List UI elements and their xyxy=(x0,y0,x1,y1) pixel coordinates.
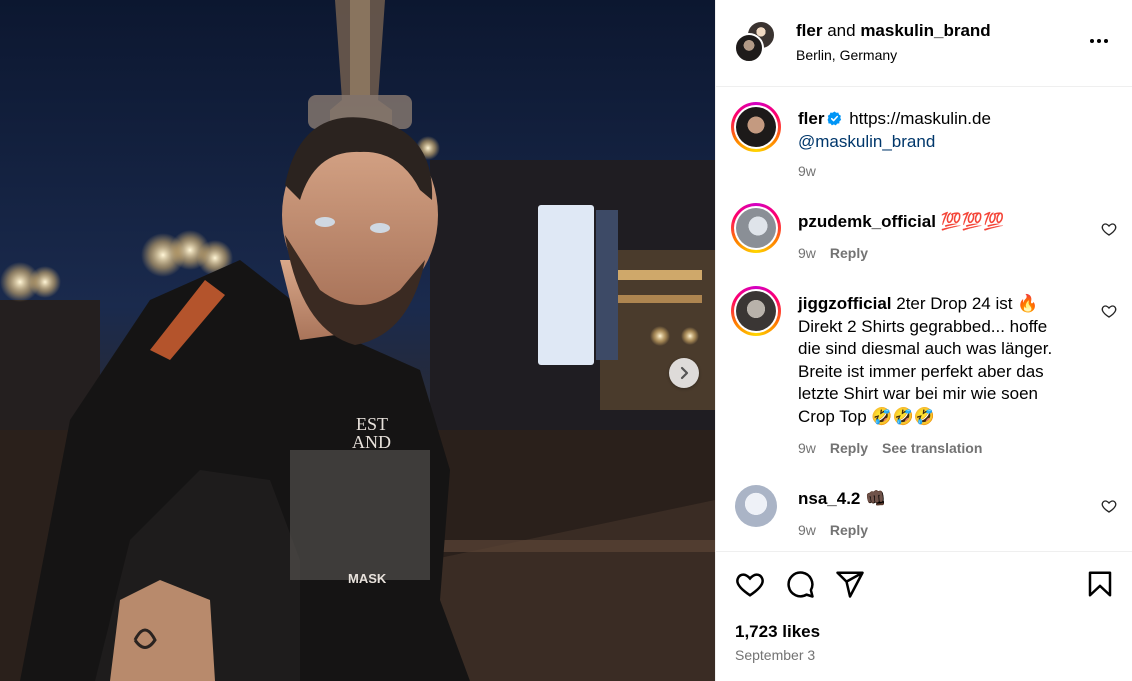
caption: fler https://maskulin.de @maskulin_brand xyxy=(798,108,1088,153)
caption-link[interactable]: https://maskulin.de xyxy=(849,109,991,128)
avatar-ring-inner xyxy=(734,289,778,333)
comment-meta: 9w Reply xyxy=(798,245,868,261)
share-icon[interactable] xyxy=(835,569,865,599)
caption-meta: 9w xyxy=(798,163,816,179)
header-username-maskulin[interactable]: maskulin_brand xyxy=(860,21,990,40)
see-translation-button[interactable]: See translation xyxy=(882,440,982,456)
svg-text:EST: EST xyxy=(356,414,388,434)
comment-1: pzudemk_official 💯💯💯 xyxy=(798,211,1088,234)
carousel-next-button[interactable] xyxy=(669,358,699,388)
reply-button[interactable]: Reply xyxy=(830,440,868,456)
comment-time[interactable]: 9w xyxy=(798,245,816,261)
comment-body-line-1: 2ter Drop 24 ist 🔥 xyxy=(896,294,1039,313)
verified-icon xyxy=(828,111,842,126)
comment-avatar[interactable] xyxy=(731,203,781,253)
comment-body-line-2: Direkt 2 Shirts gegrabbed... hoffe xyxy=(798,316,1048,336)
comment-like-icon[interactable] xyxy=(1101,498,1117,514)
post-sidebar: fler and maskulin_brand Berlin, Germany … xyxy=(715,0,1132,681)
more-icon-dot xyxy=(1097,39,1101,43)
comment-like-icon[interactable] xyxy=(1101,221,1117,237)
more-options-button[interactable] xyxy=(1086,31,1112,51)
post-date[interactable]: September 3 xyxy=(735,647,815,663)
comment-body-line-4: Breite ist immer perfekt aber das xyxy=(798,361,1044,381)
post-media[interactable]: MASK EST AND xyxy=(0,0,715,681)
more-icon xyxy=(1090,39,1094,43)
avatar xyxy=(736,291,776,331)
comment-body-line-6: Crop Top 🤣🤣🤣 xyxy=(798,406,935,426)
comment-body-line-3: die sind diesmal auch was länger. xyxy=(798,339,1053,358)
comment-like-icon[interactable] xyxy=(1101,303,1117,319)
header-and-text: and xyxy=(827,21,856,40)
like-icon[interactable] xyxy=(735,569,765,599)
comment-body: 👊🏿 xyxy=(865,489,887,508)
comment-username[interactable]: nsa_4.2 xyxy=(798,489,860,508)
comment-username[interactable]: jiggzofficial xyxy=(798,294,892,313)
comment-body-line-5: letzte Shirt war bei mir wie soen xyxy=(798,384,1038,403)
comments-list[interactable]: fler https://maskulin.de @maskulin_brand… xyxy=(716,88,1132,551)
comment-icon[interactable] xyxy=(785,569,815,599)
comment-time[interactable]: 9w xyxy=(798,440,816,456)
post-location[interactable]: Berlin, Germany xyxy=(796,47,897,63)
reply-button[interactable]: Reply xyxy=(830,522,868,538)
avatar xyxy=(736,107,776,147)
comment-body: 💯💯💯 xyxy=(940,212,1005,231)
caption-time[interactable]: 9w xyxy=(798,163,816,179)
comment-2: jiggzofficial 2ter Drop 24 ist 🔥 Direkt … xyxy=(798,293,1088,428)
post-actions: 1,723 likes September 3 xyxy=(716,551,1132,681)
comment-3: nsa_4.2 👊🏿 xyxy=(798,488,1088,511)
header-username-fler[interactable]: fler xyxy=(796,21,822,40)
likes-count[interactable]: 1,723 likes xyxy=(735,622,820,642)
avatar-ring-inner xyxy=(734,105,778,149)
avatar xyxy=(736,208,776,248)
header-usernames: fler and maskulin_brand xyxy=(796,21,991,41)
comment-meta: 9w Reply xyxy=(798,522,868,538)
caption-mention[interactable]: @maskulin_brand xyxy=(798,132,935,151)
avatar-ring-inner xyxy=(734,206,778,250)
svg-text:MASK: MASK xyxy=(348,571,387,586)
save-icon[interactable] xyxy=(1085,569,1115,599)
comment-avatar[interactable] xyxy=(731,286,781,336)
comment-avatar[interactable] xyxy=(735,485,777,527)
avatar-fler[interactable] xyxy=(734,33,764,63)
comment-time[interactable]: 9w xyxy=(798,522,816,538)
svg-text:AND: AND xyxy=(352,432,391,452)
chevron-right-icon xyxy=(680,366,689,380)
comment-username[interactable]: pzudemk_official xyxy=(798,212,936,231)
comment-meta: 9w Reply See translation xyxy=(798,440,982,456)
caption-username[interactable]: fler xyxy=(798,109,824,128)
more-icon-dot xyxy=(1104,39,1108,43)
post-header: fler and maskulin_brand Berlin, Germany xyxy=(716,0,1132,87)
post-photo: MASK EST AND xyxy=(0,0,715,681)
reply-button[interactable]: Reply xyxy=(830,245,868,261)
caption-avatar[interactable] xyxy=(731,102,781,152)
collab-avatars[interactable] xyxy=(734,20,778,66)
